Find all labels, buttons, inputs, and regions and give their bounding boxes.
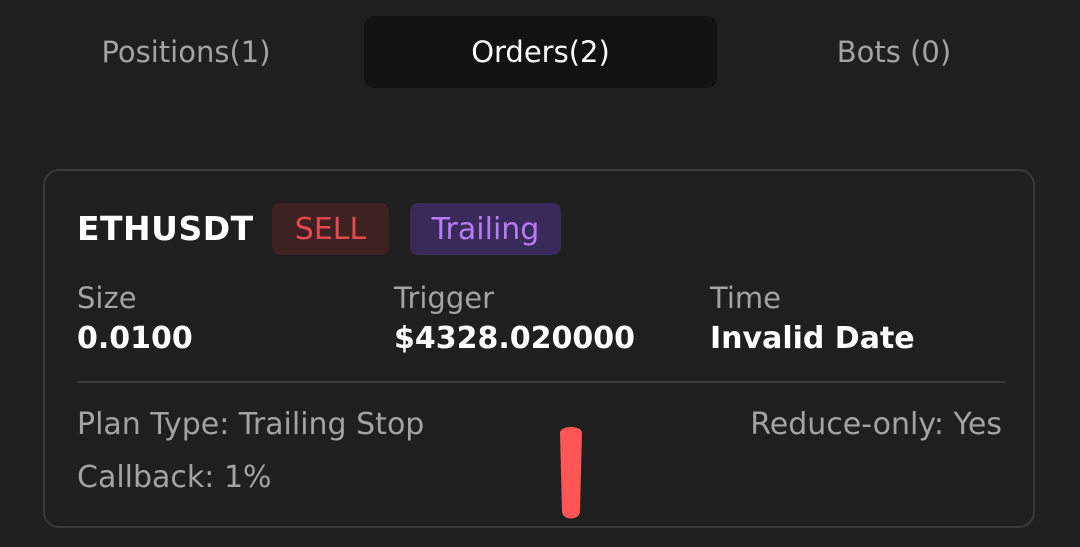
red-annotation-mark xyxy=(560,427,582,519)
side-badge: SELL xyxy=(272,203,389,255)
tab-positions[interactable]: Positions(1) xyxy=(10,16,362,88)
order-type-badge: Trailing xyxy=(410,203,561,255)
plan-type: Plan Type: Trailing Stop xyxy=(77,407,425,442)
order-tabs: Positions(1) Orders(2) Bots (0) xyxy=(10,16,1070,88)
order-card[interactable]: ETHUSDT SELL Trailing Size 0.0100 Trigge… xyxy=(43,169,1035,528)
time-value: Invalid Date xyxy=(710,321,915,356)
callback-rate: Callback: 1% xyxy=(77,460,272,495)
card-divider xyxy=(77,381,1006,383)
size-value: 0.0100 xyxy=(77,321,193,356)
trigger-label: Trigger xyxy=(394,281,495,315)
reduce-only: Reduce-only: Yes xyxy=(750,407,1002,442)
time-label: Time xyxy=(710,281,781,315)
size-label: Size xyxy=(77,281,137,315)
order-symbol: ETHUSDT xyxy=(77,209,254,248)
tab-bots[interactable]: Bots (0) xyxy=(718,16,1070,88)
trigger-value: $4328.020000 xyxy=(394,321,636,356)
tab-orders[interactable]: Orders(2) xyxy=(364,16,717,88)
